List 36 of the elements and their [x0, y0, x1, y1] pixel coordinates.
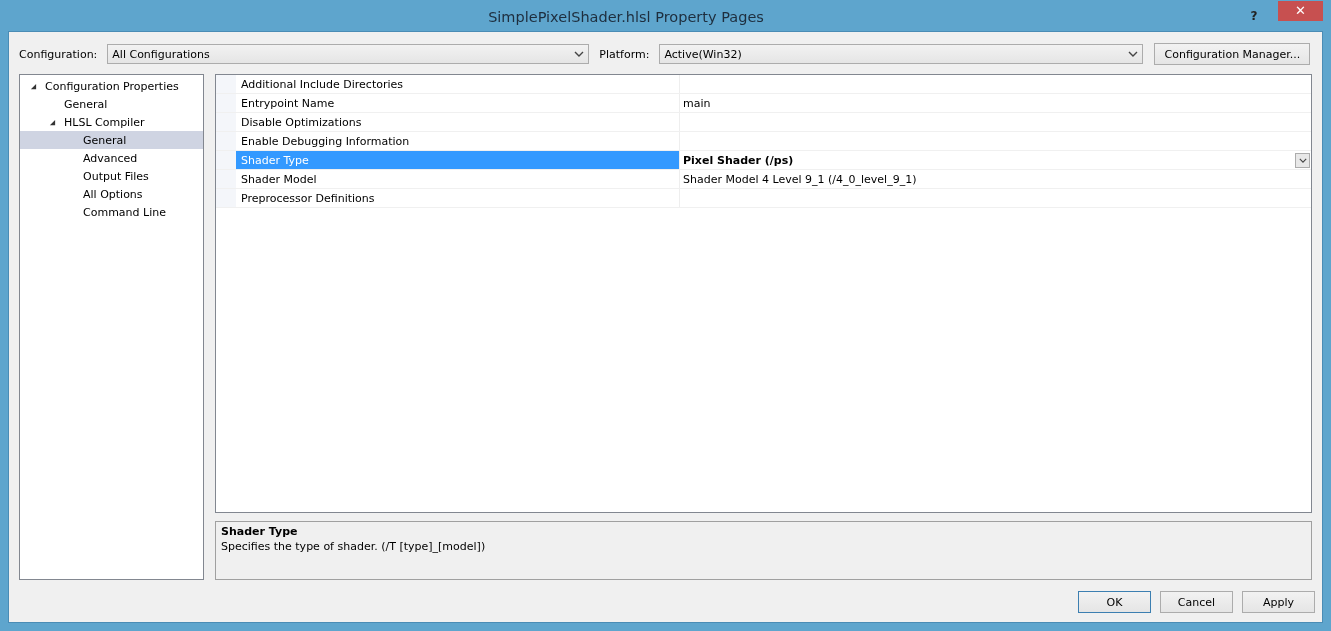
- tree-item[interactable]: Output Files: [20, 167, 203, 185]
- dropdown-button[interactable]: [1295, 152, 1310, 168]
- chevron-down-icon: [1298, 157, 1307, 163]
- chevron-down-icon: [1128, 51, 1139, 57]
- configuration-manager-button[interactable]: Configuration Manager...: [1154, 43, 1311, 65]
- help-button[interactable]: ?: [1244, 5, 1264, 26]
- property-value[interactable]: Shader Model 4 Level 9_1 (/4_0_level_9_1): [680, 170, 1311, 188]
- tree-item[interactable]: Advanced: [20, 149, 203, 167]
- configuration-label: Configuration:: [19, 47, 98, 61]
- dialog-button[interactable]: OK: [1078, 591, 1151, 613]
- window-title: SimplePixelShader.hlsl Property Pages: [487, 7, 765, 25]
- expanded-triangle-icon[interactable]: [29, 82, 37, 90]
- tree-item[interactable]: General: [20, 131, 203, 149]
- description-title: Shader Type: [221, 525, 298, 538]
- tree-item[interactable]: HLSL Compiler: [20, 113, 203, 131]
- dialog-button[interactable]: Cancel: [1160, 591, 1233, 613]
- close-button[interactable]: ✕: [1278, 0, 1323, 21]
- tree-item[interactable]: General: [20, 95, 203, 113]
- property-name[interactable]: Additional Include Directories: [236, 75, 680, 93]
- property-name[interactable]: Entrypoint Name: [236, 94, 680, 112]
- dialog-button[interactable]: Apply: [1242, 591, 1315, 613]
- property-value[interactable]: main: [680, 94, 1311, 112]
- property-name[interactable]: Shader Model: [236, 170, 680, 188]
- tree-item[interactable]: Command Line: [20, 203, 203, 221]
- property-value[interactable]: Pixel Shader (/ps): [680, 151, 1311, 169]
- platform-label: Platform:: [599, 47, 650, 61]
- property-name[interactable]: Disable Optimizations: [236, 113, 680, 131]
- description-text: Specifies the type of shader. (/T [type]_[model]): [221, 540, 486, 553]
- property-name[interactable]: Preprocessor Definitions: [236, 189, 680, 207]
- chevron-down-icon: [574, 51, 585, 57]
- configuration-dropdown[interactable]: All Configurations: [107, 44, 590, 64]
- property-name[interactable]: Enable Debugging Information: [236, 132, 680, 150]
- tree-item[interactable]: All Options: [20, 185, 203, 203]
- expanded-triangle-icon[interactable]: [48, 118, 56, 126]
- platform-dropdown[interactable]: Active(Win32): [659, 44, 1144, 64]
- tree-item[interactable]: Configuration Properties: [20, 77, 203, 95]
